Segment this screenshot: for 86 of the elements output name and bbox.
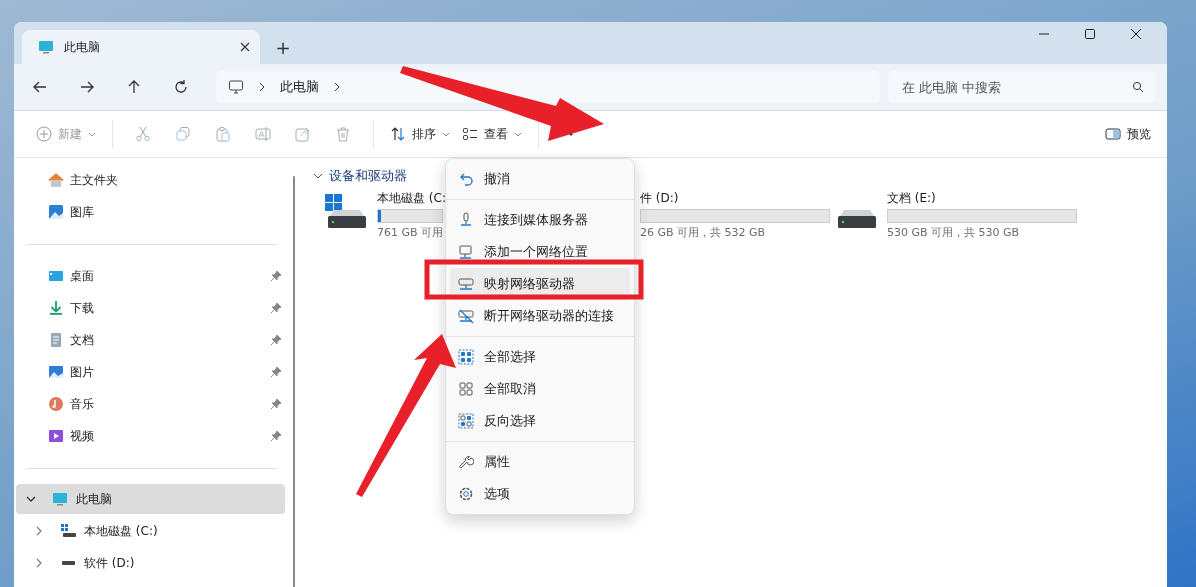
capacity-bar <box>377 209 443 223</box>
caret-icon <box>442 131 450 137</box>
drive-icon <box>60 523 76 539</box>
invert-selection-icon <box>458 413 474 429</box>
tree-item[interactable]: 此电脑 <box>16 484 285 514</box>
menu-item[interactable]: 属性 <box>450 446 630 478</box>
close-icon[interactable] <box>240 42 250 52</box>
drive-icon[interactable] <box>325 194 369 230</box>
monitor-icon <box>52 491 68 507</box>
sidebar-item[interactable]: 桌面 <box>16 260 285 292</box>
menu-item[interactable]: 添加一个网络位置 <box>450 236 630 268</box>
caret-icon <box>514 131 522 137</box>
search-icon <box>1132 81 1144 93</box>
pin-icon[interactable] <box>271 303 281 313</box>
search-field[interactable]: 在 此电脑 中搜索 <box>888 71 1156 103</box>
close-icon[interactable] <box>1130 28 1142 40</box>
sidebar-item[interactable]: 图库 <box>16 196 285 228</box>
address-bar[interactable]: 此电脑 <box>216 71 880 103</box>
view-button[interactable]: 查看 <box>456 121 528 147</box>
new-tab-button[interactable]: + <box>268 30 298 64</box>
menu-item[interactable]: 连接到媒体服务器 <box>450 204 630 236</box>
maximize-icon[interactable] <box>1084 28 1096 40</box>
chevron-icon[interactable] <box>26 494 36 504</box>
menu-item[interactable]: 全部选择 <box>450 341 630 373</box>
wrench-icon <box>458 454 474 470</box>
sort-button[interactable]: 排序 <box>384 121 456 147</box>
network-drive-icon <box>458 276 474 292</box>
sidebar-item[interactable]: 视频 <box>16 420 285 452</box>
deselect-icon <box>458 381 474 397</box>
free-space-text: 530 GB 可用，共 530 GB <box>887 225 1021 240</box>
list-view-icon <box>462 126 478 142</box>
chevron-icon <box>313 173 323 179</box>
menu-item[interactable]: 选项 <box>450 478 630 510</box>
gallery-icon <box>48 204 64 220</box>
pin-icon[interactable] <box>271 335 281 345</box>
drive-name: 本地磁盘 (C: <box>377 190 443 207</box>
pin-icon[interactable] <box>271 399 281 409</box>
menu-item[interactable]: 断开网络驱动器的连接 <box>450 300 630 332</box>
back-icon[interactable] <box>32 79 48 95</box>
chevron-icon[interactable] <box>333 82 341 92</box>
sidebar-item[interactable]: 主文件夹 <box>16 164 285 196</box>
menu-item[interactable]: 反向选择 <box>450 405 630 437</box>
undo-icon <box>458 171 474 187</box>
monitor-icon <box>38 39 54 55</box>
desktop-icon <box>48 268 64 284</box>
free-space-text: 761 GB 可用 <box>377 225 443 240</box>
caret-icon <box>88 131 96 137</box>
gear-icon <box>458 486 474 502</box>
refresh-icon[interactable] <box>173 79 189 95</box>
preview-pane-icon <box>1105 126 1121 142</box>
music-icon <box>48 396 64 412</box>
tab-title: 此电脑 <box>64 38 101 56</box>
home-icon <box>48 172 64 188</box>
tree-item[interactable]: 软件 (D:) <box>16 548 285 578</box>
sidebar-item[interactable]: 文档 <box>16 324 285 356</box>
preview-button[interactable]: 预览 <box>1099 121 1157 147</box>
menu-item[interactable]: 全部取消 <box>450 373 630 405</box>
plus-icon <box>36 126 52 142</box>
tab[interactable]: 此电脑 <box>22 30 260 64</box>
sidebar-item[interactable]: 下载 <box>16 292 285 324</box>
download-icon <box>48 300 64 316</box>
sidebar-item[interactable]: 图片 <box>16 356 285 388</box>
breadcrumb[interactable]: 此电脑 <box>280 78 319 96</box>
sidebar-item[interactable]: 音乐 <box>16 388 285 420</box>
up-icon[interactable] <box>126 79 142 95</box>
tree-item[interactable]: 本地磁盘 (C:) <box>16 516 285 546</box>
document-icon <box>48 332 64 348</box>
disconnect-icon <box>458 308 474 324</box>
chevron-icon[interactable] <box>258 82 266 92</box>
drive-name: 文档 (E:) <box>887 190 937 207</box>
pin-icon[interactable] <box>271 367 281 377</box>
group-header[interactable]: 设备和驱动器 <box>313 166 407 186</box>
sort-icon <box>390 126 406 142</box>
scrollbar[interactable] <box>293 176 295 587</box>
select-all-icon <box>458 349 474 365</box>
drive-name: 件 (D:) <box>640 190 680 207</box>
monitor-icon <box>228 79 244 95</box>
free-space-text: 26 GB 可用，共 532 GB <box>640 225 767 240</box>
media-server-icon <box>458 212 474 228</box>
menu-item[interactable]: 撤消 <box>450 163 630 195</box>
pin-icon[interactable] <box>271 431 281 441</box>
video-icon <box>48 428 64 444</box>
pin-icon[interactable] <box>271 271 281 281</box>
forward-icon[interactable] <box>79 79 95 95</box>
picture-icon <box>48 364 64 380</box>
monitor-icon <box>458 244 474 260</box>
